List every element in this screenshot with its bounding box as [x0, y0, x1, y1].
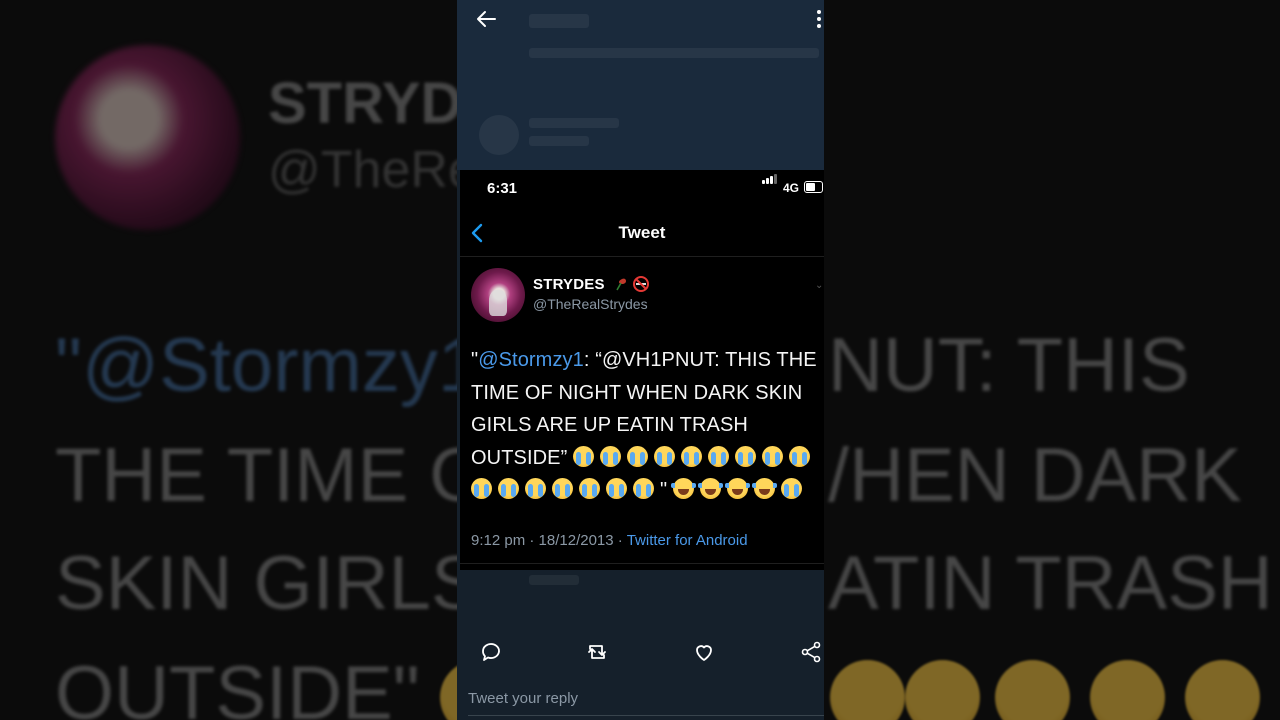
share-icon[interactable] [799, 640, 823, 664]
background-emoji [1090, 660, 1165, 720]
ghost-line [529, 136, 589, 146]
laughing-emoji-icon [698, 478, 724, 499]
retweet-icon[interactable] [585, 640, 609, 664]
display-name-text: STRYDES [533, 276, 605, 293]
ghost-line [529, 575, 579, 585]
background-line2-right: /HEN DARK [828, 433, 1242, 518]
tweet-text: "@Stormzy1: “@VH1PNUT: THIS THE TIME OF … [471, 344, 823, 507]
page-title: Tweet [618, 223, 666, 242]
ghost-line [529, 118, 619, 128]
background-emoji [995, 660, 1070, 720]
crying-emoji-icon [633, 478, 654, 499]
crying-emoji-icon [735, 445, 757, 467]
crying-emoji-icon [579, 478, 600, 499]
laughing-emoji-icon [752, 478, 778, 499]
background-line3-right: ATIN TRASH [828, 541, 1273, 626]
heart-icon[interactable] [692, 640, 716, 664]
tweet-time: 9:12 pm [471, 532, 526, 549]
reply-input[interactable]: Tweet your reply [468, 690, 824, 707]
tweet-source-link[interactable]: Twitter for Android [627, 532, 748, 549]
tweet-meta: 9:12 pm · 18/12/2013 · Twitter for Andro… [471, 532, 748, 549]
background-mention: "@Stormzy1 [55, 323, 481, 408]
background-line2-left: THE TIME O [55, 433, 489, 518]
crying-emoji-icon [681, 445, 703, 467]
crying-emoji-icon [762, 445, 784, 467]
background-line4-left: OUTSIDE" [55, 651, 420, 720]
tweet-screenshot: 6:31 4G Tweet STRYDES @TheRealStrydes ⌄ [460, 170, 824, 570]
app-header [457, 0, 824, 170]
battery-icon [804, 181, 823, 193]
mention-link[interactable]: @Stormzy1 [478, 349, 584, 371]
user-handle[interactable]: @TheRealStrydes [533, 296, 648, 312]
more-vertical-icon[interactable] [816, 8, 822, 30]
background-emoji [1185, 660, 1260, 720]
crying-emoji-icon [708, 445, 730, 467]
crying-emoji-icon [781, 478, 803, 499]
arrow-left-icon[interactable] [475, 8, 497, 30]
laughing-emoji-icon [671, 478, 697, 499]
crying-emoji-icon [600, 445, 622, 467]
background-emoji [905, 660, 980, 720]
tweet-action-bar [457, 640, 824, 668]
screenshot-divider [460, 563, 824, 564]
background-emoji [830, 660, 905, 720]
ghost-divider [529, 48, 819, 58]
reply-underline [468, 715, 824, 716]
crying-emoji-icon [606, 478, 627, 499]
crying-emoji-icon [525, 478, 546, 499]
ghost-avatar [479, 115, 519, 155]
crying-emoji-icon [552, 478, 573, 499]
tweet-close-quote: " [660, 479, 668, 501]
crying-emoji-icon [789, 445, 811, 467]
crying-emoji-icon [498, 478, 519, 499]
tweet-date: 18/12/2013 [538, 532, 614, 549]
rose-emoji-icon [613, 277, 629, 291]
chevron-down-icon[interactable]: ⌄ [815, 280, 823, 291]
crying-emoji-icon [654, 445, 676, 467]
status-time: 6:31 [487, 180, 518, 197]
ghost-header-text [529, 14, 589, 28]
no-smoking-icon [633, 276, 650, 292]
tweet-view-app: 6:31 4G Tweet STRYDES @TheRealStrydes ⌄ [457, 0, 824, 720]
comment-icon[interactable] [479, 640, 503, 664]
crying-emoji-icon [627, 445, 649, 467]
crying-emoji-icon [573, 445, 595, 467]
background-avatar [55, 45, 240, 230]
avatar[interactable] [471, 268, 525, 322]
display-name[interactable]: STRYDES [533, 276, 650, 293]
crying-emoji-icon [471, 478, 492, 499]
nav-divider [460, 256, 824, 257]
laughing-emoji-icon [725, 478, 751, 499]
background-handle: @TheRe [268, 141, 477, 199]
background-line3-left: SKIN GIRLS [55, 541, 482, 626]
network-label: 4G [783, 181, 800, 195]
background-line1-right: NUT: THIS [828, 323, 1190, 408]
